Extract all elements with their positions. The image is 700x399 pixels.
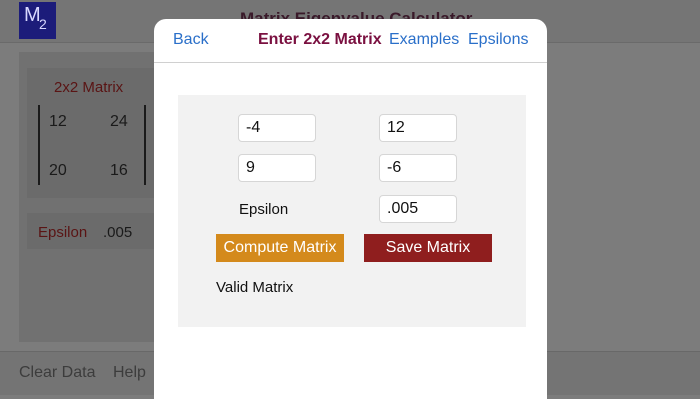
back-button[interactable]: Back xyxy=(173,31,209,49)
epsilon-row-label: Epsilon xyxy=(38,224,88,241)
epsilon-input[interactable] xyxy=(379,195,457,223)
matrix-cell: 12 xyxy=(49,113,67,130)
epsilon-label: Epsilon xyxy=(239,201,289,218)
compute-matrix-button[interactable]: Compute Matrix xyxy=(216,234,344,262)
matrix-a11-input[interactable] xyxy=(238,114,316,142)
epsilons-button[interactable]: Epsilons xyxy=(468,31,528,49)
matrix-a12-input[interactable] xyxy=(379,114,457,142)
modal-nav-bar: Back Enter 2x2 Matrix Examples Epsilons xyxy=(154,19,547,63)
enter-matrix-modal: Back Enter 2x2 Matrix Examples Epsilons … xyxy=(154,19,547,399)
examples-button[interactable]: Examples xyxy=(389,31,459,49)
matrix-card-title: 2x2 Matrix xyxy=(54,79,124,96)
matrix-cell: 20 xyxy=(49,162,67,179)
epsilon-row-value: .005 xyxy=(103,224,133,241)
app-logo: M 2 xyxy=(19,2,56,39)
matrix-cell: 16 xyxy=(110,162,128,179)
matrix-right-bracket xyxy=(144,105,146,185)
matrix-entry-form: Epsilon Compute Matrix Save Matrix Valid… xyxy=(178,95,526,327)
clear-data-button[interactable]: Clear Data xyxy=(19,364,95,382)
matrix-left-bracket xyxy=(38,105,40,185)
matrix-a21-input[interactable] xyxy=(238,154,316,182)
matrix-a22-input[interactable] xyxy=(379,154,457,182)
modal-title: Enter 2x2 Matrix xyxy=(258,31,382,48)
logo-subscript: 2 xyxy=(39,16,47,32)
save-matrix-button[interactable]: Save Matrix xyxy=(364,234,492,262)
help-button[interactable]: Help xyxy=(113,364,146,382)
validation-status: Valid Matrix xyxy=(216,279,294,296)
matrix-cell: 24 xyxy=(110,113,128,130)
